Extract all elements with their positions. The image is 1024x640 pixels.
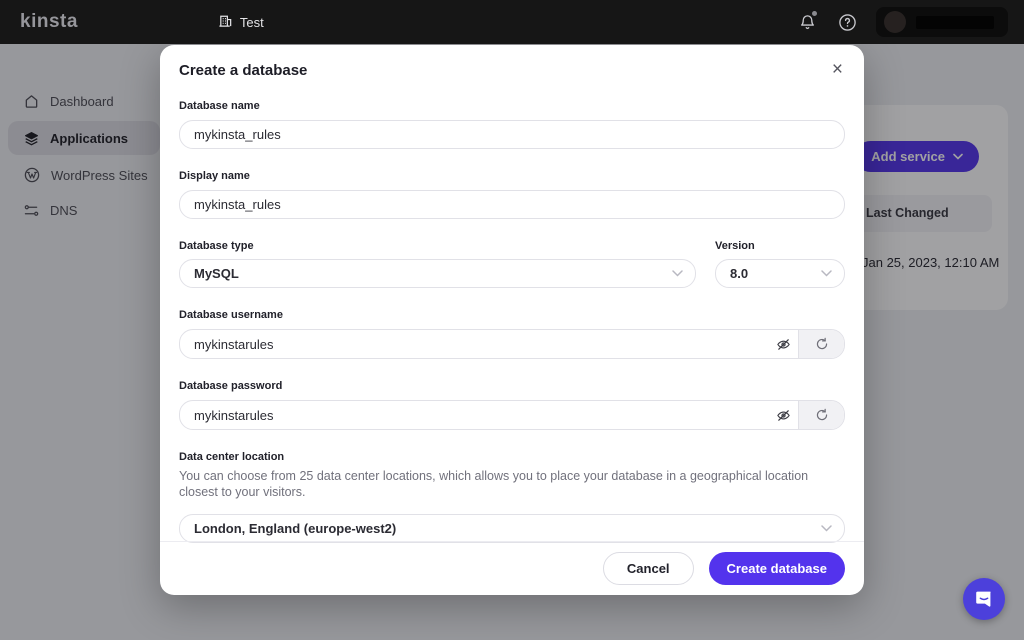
notification-dot (812, 11, 817, 16)
display-name-label: Display name (179, 170, 845, 182)
chevron-down-icon (821, 270, 832, 277)
database-username-input[interactable] (180, 330, 768, 358)
top-bar: Kinsta Test (0, 0, 1024, 44)
data-center-value: London, England (europe-west2) (194, 521, 821, 536)
database-type-label: Database type (179, 240, 696, 252)
database-type-value: MySQL (194, 266, 672, 281)
database-type-select[interactable]: MySQL (179, 259, 696, 288)
modal-footer: Cancel Create database (160, 541, 864, 595)
close-icon[interactable]: × (830, 62, 845, 78)
version-label: Version (715, 240, 845, 252)
display-name-input[interactable] (179, 190, 845, 219)
company-name: Test (240, 15, 264, 30)
database-username-label: Database username (179, 309, 845, 321)
notifications-button[interactable] (796, 11, 818, 33)
cancel-button[interactable]: Cancel (603, 552, 694, 585)
help-icon (838, 13, 857, 32)
kinsta-logo: Kinsta (20, 11, 78, 33)
help-button[interactable] (836, 11, 858, 33)
create-database-button[interactable]: Create database (709, 552, 845, 585)
company-selector[interactable]: Test (218, 13, 264, 31)
version-value: 8.0 (730, 266, 821, 281)
chat-launcher-button[interactable] (963, 578, 1005, 620)
eye-off-icon (776, 337, 791, 352)
refresh-icon (815, 337, 829, 351)
database-password-label: Database password (179, 380, 845, 392)
chevron-down-icon (821, 525, 832, 532)
toggle-password-visibility-button[interactable] (768, 401, 798, 429)
version-select[interactable]: 8.0 (715, 259, 845, 288)
modal-title: Create a database (179, 62, 307, 79)
chevron-down-icon (672, 270, 683, 277)
chat-bubble-icon (973, 588, 995, 610)
eye-off-icon (776, 408, 791, 423)
user-menu[interactable] (876, 7, 1008, 37)
data-center-label: Data center location (179, 451, 845, 463)
database-password-input[interactable] (180, 401, 768, 429)
database-name-label: Database name (179, 100, 845, 112)
data-center-description: You can choose from 25 data center locat… (179, 469, 843, 500)
database-username-group (179, 329, 845, 359)
toggle-username-visibility-button[interactable] (768, 330, 798, 358)
topbar-actions (796, 7, 1008, 37)
create-database-modal: Create a database × Database name Displa… (160, 45, 864, 595)
data-center-select[interactable]: London, England (europe-west2) (179, 514, 845, 543)
avatar (884, 11, 906, 33)
app-background: Dashboard Applications WordPress Sites D… (0, 44, 1024, 640)
regenerate-username-button[interactable] (798, 330, 844, 358)
refresh-icon (815, 408, 829, 422)
database-password-group (179, 400, 845, 430)
database-name-input[interactable] (179, 120, 845, 149)
regenerate-password-button[interactable] (798, 401, 844, 429)
building-icon (218, 13, 233, 31)
user-name-redacted (916, 16, 994, 29)
bell-icon (799, 14, 816, 31)
